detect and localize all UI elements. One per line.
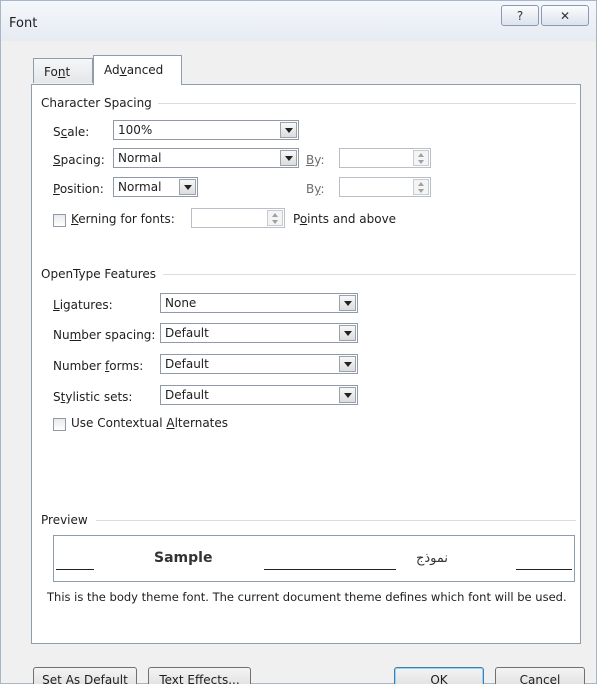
spin-arrows-icon[interactable] — [267, 210, 283, 226]
kerning-suffix-label: Points and above — [293, 212, 397, 226]
spacing-by-label: By: — [306, 153, 325, 167]
position-by-input[interactable] — [339, 177, 431, 197]
spacing-dropdown[interactable]: Normal — [113, 148, 299, 168]
set-as-default-button[interactable]: Set As Default — [33, 667, 137, 684]
preview-baseline — [516, 569, 572, 570]
kerning-points-input[interactable] — [191, 208, 285, 228]
help-icon: ? — [516, 8, 524, 23]
stylistic-sets-dropdown[interactable]: Default — [160, 385, 358, 405]
number-forms-label: Number forms: — [53, 359, 144, 373]
spin-arrows-icon[interactable] — [413, 179, 429, 195]
chevron-down-icon[interactable] — [179, 179, 196, 195]
text-effects-button[interactable]: Text Effects... — [148, 667, 251, 684]
close-icon: ✕ — [559, 8, 571, 23]
preview-arabic-text: نموذج — [416, 551, 449, 566]
help-button[interactable]: ? — [501, 5, 539, 26]
scale-label: Scale: — [53, 125, 90, 139]
preview-sample-text: Sample — [154, 550, 213, 566]
kerning-label: Kerning for fonts: — [71, 212, 175, 226]
dialog-title: Font — [9, 16, 38, 31]
number-forms-value: Default — [165, 357, 209, 371]
number-spacing-dropdown[interactable]: Default — [160, 323, 358, 343]
preview-description: This is the body theme font. The current… — [47, 590, 567, 604]
tab-advanced-label: Advanced — [104, 63, 164, 77]
kerning-checkbox[interactable] — [53, 214, 66, 227]
character-spacing-heading: Character Spacing — [41, 96, 158, 110]
position-value: Normal — [118, 180, 162, 194]
chevron-down-icon[interactable] — [339, 295, 356, 311]
group-divider — [151, 103, 576, 104]
spacing-by-input[interactable] — [339, 148, 431, 168]
preview-box: Sample نموذج — [53, 535, 575, 582]
font-dialog: Font ? ✕ Font Advanced Character Spacing… — [0, 0, 597, 684]
cancel-button[interactable]: Cancel — [495, 667, 585, 684]
contextual-alternates-checkbox[interactable] — [53, 418, 66, 431]
position-by-label: By: — [306, 182, 325, 196]
number-forms-dropdown[interactable]: Default — [160, 354, 358, 374]
close-button[interactable]: ✕ — [541, 5, 589, 26]
chevron-down-icon[interactable] — [339, 356, 356, 372]
group-divider — [96, 520, 576, 521]
scale-dropdown[interactable]: 100% — [113, 120, 299, 140]
chevron-down-icon[interactable] — [339, 387, 356, 403]
ligatures-label: Ligatures: — [53, 298, 113, 312]
contextual-alternates-label: Use Contextual Alternates — [71, 416, 229, 430]
stylistic-sets-label: Stylistic sets: — [53, 390, 133, 404]
stylistic-sets-value: Default — [165, 388, 209, 402]
scale-value: 100% — [118, 123, 153, 137]
position-label: Position: — [53, 182, 104, 196]
chevron-down-icon[interactable] — [280, 122, 297, 138]
chevron-down-icon[interactable] — [339, 325, 356, 341]
chevron-down-icon[interactable] — [280, 150, 297, 166]
title-bar: Font ? ✕ — [1, 1, 596, 41]
spin-arrows-icon[interactable] — [413, 150, 429, 166]
ligatures-value: None — [165, 296, 197, 310]
preview-baseline — [56, 569, 94, 570]
spacing-value: Normal — [118, 151, 162, 165]
preview-heading: Preview — [41, 513, 94, 527]
group-divider — [163, 274, 576, 275]
opentype-heading: OpenType Features — [41, 267, 163, 281]
spacing-label: Spacing: — [53, 153, 105, 167]
tab-advanced[interactable]: Advanced — [93, 55, 182, 85]
position-dropdown[interactable]: Normal — [113, 177, 198, 197]
number-spacing-value: Default — [165, 326, 209, 340]
preview-baseline — [264, 569, 396, 570]
tab-font[interactable]: Font — [33, 58, 93, 83]
number-spacing-label: Number spacing: — [53, 328, 156, 342]
ligatures-dropdown[interactable]: None — [160, 293, 358, 313]
tab-font-label: Font — [44, 65, 71, 79]
ok-button[interactable]: OK — [394, 667, 484, 684]
